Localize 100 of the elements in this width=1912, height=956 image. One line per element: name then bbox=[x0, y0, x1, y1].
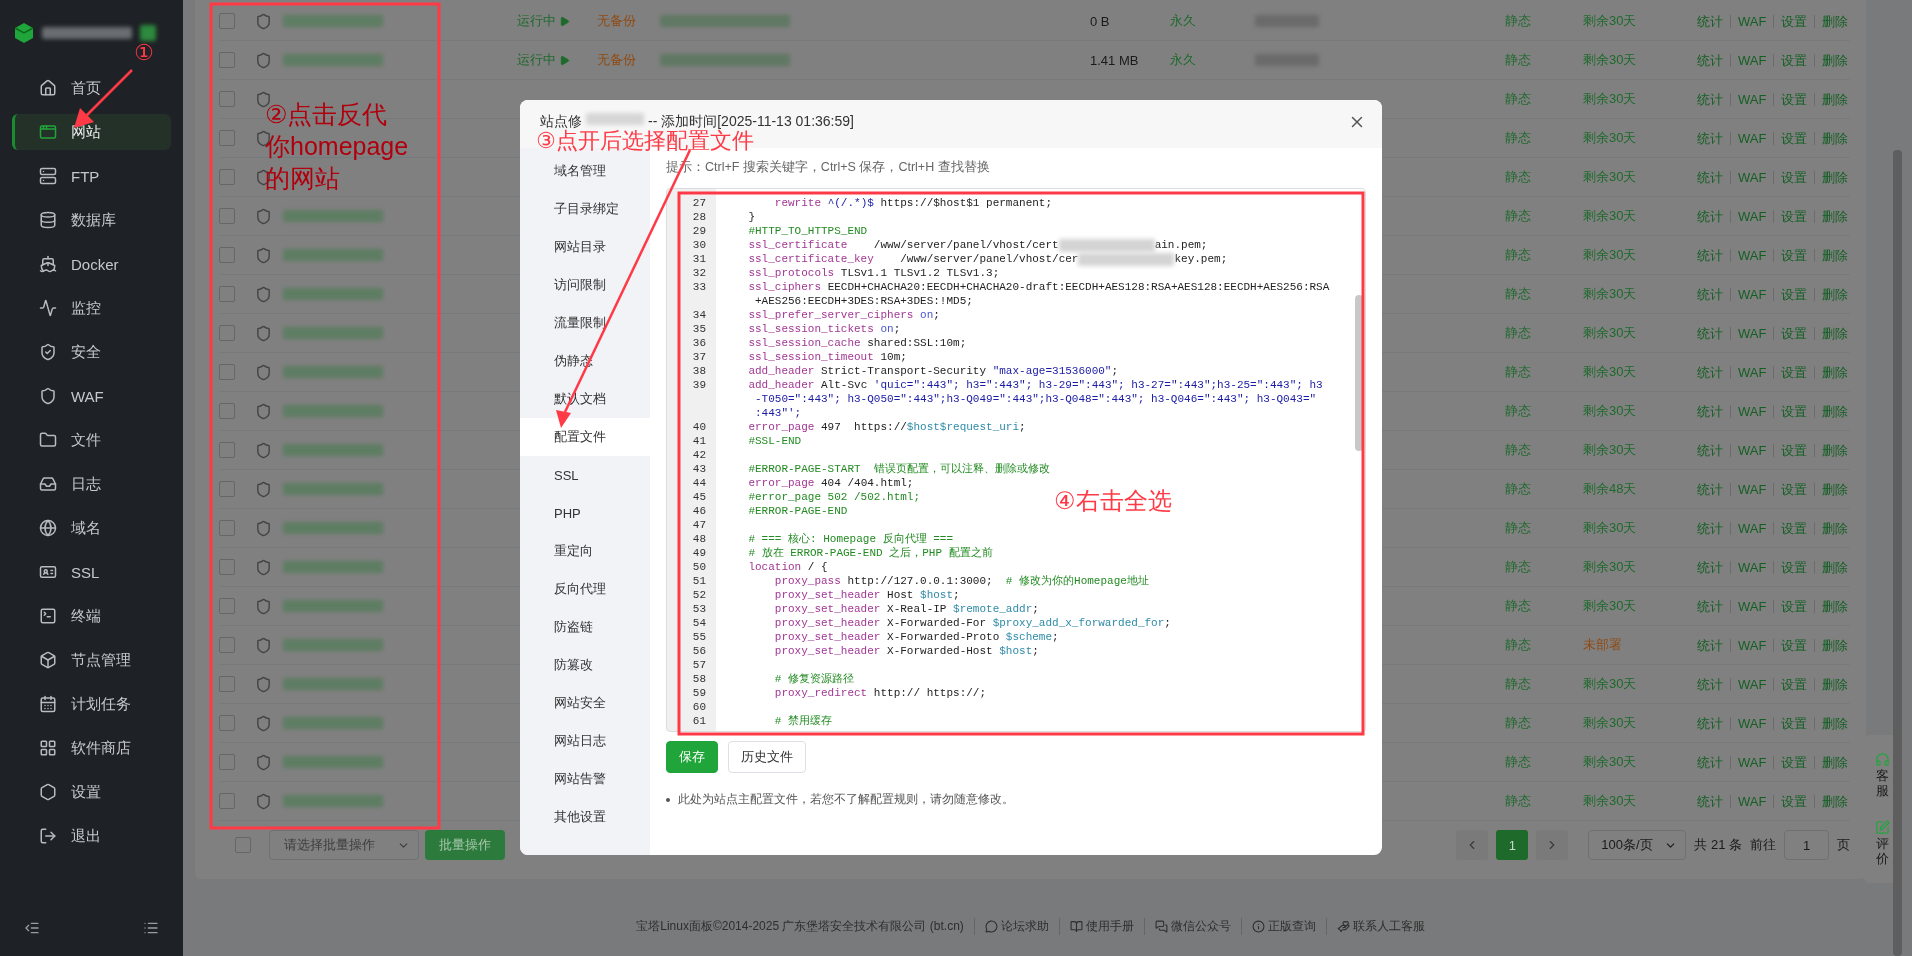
menu-item[interactable]: 防盗链 bbox=[520, 608, 650, 646]
action-link[interactable]: 删除 bbox=[1814, 794, 1856, 808]
action-link[interactable]: WAF bbox=[1730, 482, 1774, 496]
checkbox[interactable] bbox=[235, 837, 251, 853]
menu-item[interactable]: 网站日志 bbox=[520, 722, 650, 760]
action-link[interactable]: 删除 bbox=[1814, 755, 1856, 769]
sidebar-item[interactable]: 软件商店 bbox=[12, 730, 171, 766]
checkbox[interactable] bbox=[219, 169, 235, 185]
action-link[interactable]: 设置 bbox=[1773, 209, 1815, 223]
action-link[interactable]: 设置 bbox=[1773, 521, 1815, 535]
action-link[interactable]: 统计 bbox=[1690, 755, 1730, 769]
menu-item[interactable]: 访问限制 bbox=[520, 266, 650, 304]
checkbox[interactable] bbox=[219, 364, 235, 380]
action-link[interactable]: WAF bbox=[1730, 521, 1774, 535]
sidebar-item[interactable]: 网站 bbox=[12, 114, 171, 150]
sidebar-item[interactable]: 域名 bbox=[12, 510, 171, 546]
action-link[interactable]: 删除 bbox=[1814, 482, 1856, 496]
action-link[interactable]: 设置 bbox=[1773, 560, 1815, 574]
sidebar-item[interactable]: 数据库 bbox=[12, 202, 171, 238]
page-size-select[interactable]: 100条/页 bbox=[1588, 830, 1687, 860]
footer-link[interactable]: 使用手册 bbox=[1058, 917, 1134, 935]
next-button[interactable] bbox=[1536, 830, 1569, 860]
checkbox[interactable] bbox=[219, 754, 235, 770]
history-button[interactable]: 历史文件 bbox=[728, 741, 806, 773]
collapse-icon[interactable] bbox=[24, 920, 40, 936]
sidebar-item[interactable]: 计划任务 bbox=[12, 686, 171, 722]
action-link[interactable]: WAF bbox=[1730, 92, 1774, 106]
action-link[interactable]: 设置 bbox=[1773, 638, 1815, 652]
action-link[interactable]: WAF bbox=[1730, 53, 1774, 67]
action-link[interactable]: 统计 bbox=[1690, 209, 1730, 223]
menu-item[interactable]: 网站目录 bbox=[520, 228, 650, 266]
checkbox[interactable] bbox=[219, 637, 235, 653]
menu-item[interactable]: 防篡改 bbox=[520, 646, 650, 684]
action-link[interactable]: 删除 bbox=[1814, 365, 1856, 379]
checkbox[interactable] bbox=[219, 325, 235, 341]
float-link[interactable]: 客服 bbox=[1875, 769, 1889, 798]
action-link[interactable]: WAF bbox=[1730, 326, 1774, 340]
action-link[interactable]: WAF bbox=[1730, 716, 1774, 730]
checkbox[interactable] bbox=[219, 286, 235, 302]
scrollbar[interactable] bbox=[1893, 150, 1902, 956]
sidebar-item[interactable]: 安全 bbox=[12, 334, 171, 370]
action-link[interactable]: 统计 bbox=[1690, 677, 1730, 691]
sidebar-item[interactable]: 首页 bbox=[12, 70, 171, 106]
action-link[interactable]: WAF bbox=[1730, 404, 1774, 418]
action-link[interactable]: WAF bbox=[1730, 365, 1774, 379]
action-link[interactable]: 删除 bbox=[1814, 287, 1856, 301]
action-link[interactable]: 设置 bbox=[1773, 755, 1815, 769]
checkbox[interactable] bbox=[219, 598, 235, 614]
action-link[interactable]: 统计 bbox=[1690, 638, 1730, 652]
action-link[interactable]: 删除 bbox=[1814, 170, 1856, 184]
action-link[interactable]: 统计 bbox=[1690, 248, 1730, 262]
footer-link[interactable]: 论坛求助 bbox=[973, 917, 1049, 935]
menu-item[interactable]: 其他设置 bbox=[520, 798, 650, 836]
sidebar-item[interactable]: Docker bbox=[12, 246, 171, 282]
menu-icon[interactable] bbox=[143, 920, 159, 936]
action-link[interactable]: WAF bbox=[1730, 755, 1774, 769]
footer-link[interactable]: 微信公众号 bbox=[1143, 917, 1231, 935]
menu-item[interactable]: 反向代理 bbox=[520, 570, 650, 608]
prev-button[interactable] bbox=[1456, 830, 1489, 860]
checkbox[interactable] bbox=[219, 247, 235, 263]
edit-icon[interactable] bbox=[1874, 820, 1890, 836]
action-link[interactable]: 设置 bbox=[1773, 404, 1815, 418]
checkbox[interactable] bbox=[219, 91, 235, 107]
action-link[interactable]: 统计 bbox=[1690, 521, 1730, 535]
menu-item[interactable]: 网站安全 bbox=[520, 684, 650, 722]
action-link[interactable]: 统计 bbox=[1690, 443, 1730, 457]
action-link[interactable]: 设置 bbox=[1773, 482, 1815, 496]
bulk-select[interactable]: 请选择批量操作 bbox=[269, 830, 419, 860]
action-link[interactable]: 删除 bbox=[1814, 92, 1856, 106]
action-link[interactable]: WAF bbox=[1730, 677, 1774, 691]
action-link[interactable]: 统计 bbox=[1690, 482, 1730, 496]
action-link[interactable]: 设置 bbox=[1773, 170, 1815, 184]
sidebar-item[interactable]: 监控 bbox=[12, 290, 171, 326]
action-link[interactable]: WAF bbox=[1730, 170, 1774, 184]
action-link[interactable]: 统计 bbox=[1690, 53, 1730, 67]
action-link[interactable]: 删除 bbox=[1814, 677, 1856, 691]
sidebar-item[interactable]: FTP bbox=[12, 158, 171, 194]
checkbox[interactable] bbox=[219, 208, 235, 224]
menu-item[interactable]: 网站告警 bbox=[520, 760, 650, 798]
action-link[interactable]: 设置 bbox=[1773, 794, 1815, 808]
footer-link[interactable]: 正版查询 bbox=[1240, 917, 1316, 935]
checkbox[interactable] bbox=[219, 676, 235, 692]
checkbox[interactable] bbox=[219, 403, 235, 419]
action-link[interactable]: WAF bbox=[1730, 14, 1774, 28]
float-link[interactable]: 评价 bbox=[1875, 837, 1889, 866]
action-link[interactable]: 统计 bbox=[1690, 326, 1730, 340]
action-link[interactable]: 统计 bbox=[1690, 716, 1730, 730]
bulk-button[interactable]: 批量操作 bbox=[425, 830, 505, 860]
checkbox[interactable] bbox=[219, 715, 235, 731]
action-link[interactable]: WAF bbox=[1730, 599, 1774, 613]
action-link[interactable]: 删除 bbox=[1814, 404, 1856, 418]
action-link[interactable]: 统计 bbox=[1690, 287, 1730, 301]
action-link[interactable]: 删除 bbox=[1814, 131, 1856, 145]
action-link[interactable]: 删除 bbox=[1814, 716, 1856, 730]
menu-item[interactable]: 流量限制 bbox=[520, 304, 650, 342]
goto-input[interactable]: 1 bbox=[1784, 830, 1829, 860]
footer-link[interactable]: 联系人工客服 bbox=[1325, 917, 1425, 935]
save-button[interactable]: 保存 bbox=[666, 741, 718, 773]
checkbox[interactable] bbox=[219, 793, 235, 809]
menu-item[interactable]: 域名管理 bbox=[520, 152, 650, 190]
